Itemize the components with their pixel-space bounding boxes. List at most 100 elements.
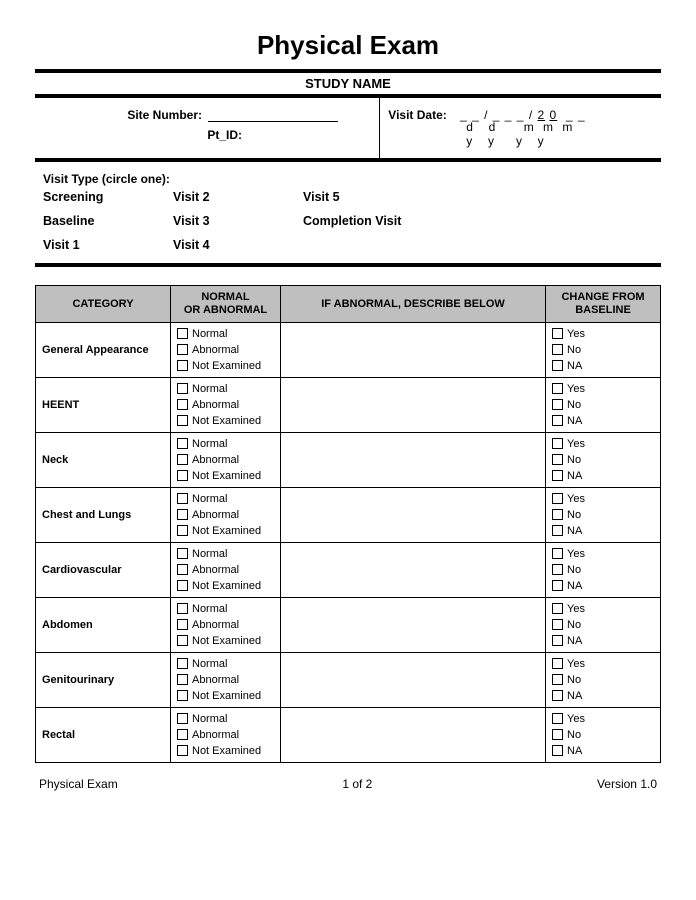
checkbox-option[interactable]: Yes xyxy=(552,326,654,342)
checkbox-icon[interactable] xyxy=(552,509,563,520)
checkbox-icon[interactable] xyxy=(177,580,188,591)
checkbox-icon[interactable] xyxy=(177,399,188,410)
describe-cell[interactable] xyxy=(281,487,546,542)
checkbox-option[interactable]: Normal xyxy=(177,546,274,562)
checkbox-option[interactable]: Abnormal xyxy=(177,397,274,413)
checkbox-option[interactable]: Not Examined xyxy=(177,358,274,374)
checkbox-option[interactable]: Normal xyxy=(177,656,274,672)
checkbox-option[interactable]: Normal xyxy=(177,711,274,727)
checkbox-icon[interactable] xyxy=(552,328,563,339)
checkbox-icon[interactable] xyxy=(177,603,188,614)
vt-screening[interactable]: Screening xyxy=(43,186,173,210)
checkbox-option[interactable]: Normal xyxy=(177,601,274,617)
checkbox-option[interactable]: Abnormal xyxy=(177,562,274,578)
checkbox-icon[interactable] xyxy=(177,344,188,355)
checkbox-option[interactable]: Yes xyxy=(552,491,654,507)
describe-cell[interactable] xyxy=(281,432,546,487)
checkbox-option[interactable]: NA xyxy=(552,743,654,759)
checkbox-option[interactable]: Normal xyxy=(177,326,274,342)
checkbox-option[interactable]: No xyxy=(552,727,654,743)
checkbox-option[interactable]: Normal xyxy=(177,381,274,397)
checkbox-icon[interactable] xyxy=(552,580,563,591)
checkbox-icon[interactable] xyxy=(177,690,188,701)
checkbox-icon[interactable] xyxy=(177,328,188,339)
checkbox-icon[interactable] xyxy=(552,729,563,740)
checkbox-option[interactable]: NA xyxy=(552,523,654,539)
checkbox-icon[interactable] xyxy=(552,690,563,701)
checkbox-icon[interactable] xyxy=(177,438,188,449)
checkbox-icon[interactable] xyxy=(552,344,563,355)
checkbox-icon[interactable] xyxy=(177,454,188,465)
describe-cell[interactable] xyxy=(281,707,546,762)
checkbox-option[interactable]: No xyxy=(552,342,654,358)
site-number-field[interactable] xyxy=(208,108,338,122)
checkbox-option[interactable]: Not Examined xyxy=(177,523,274,539)
describe-cell[interactable] xyxy=(281,652,546,707)
checkbox-icon[interactable] xyxy=(177,713,188,724)
checkbox-option[interactable]: NA xyxy=(552,358,654,374)
checkbox-icon[interactable] xyxy=(177,619,188,630)
checkbox-option[interactable]: Abnormal xyxy=(177,617,274,633)
checkbox-option[interactable]: No xyxy=(552,617,654,633)
checkbox-icon[interactable] xyxy=(177,674,188,685)
checkbox-option[interactable]: No xyxy=(552,562,654,578)
checkbox-option[interactable]: Normal xyxy=(177,491,274,507)
checkbox-option[interactable]: Yes xyxy=(552,381,654,397)
checkbox-icon[interactable] xyxy=(177,360,188,371)
checkbox-icon[interactable] xyxy=(552,438,563,449)
checkbox-option[interactable]: Abnormal xyxy=(177,672,274,688)
checkbox-icon[interactable] xyxy=(177,383,188,394)
checkbox-option[interactable]: NA xyxy=(552,468,654,484)
vt-visit2[interactable]: Visit 2 xyxy=(173,186,303,210)
vt-completion[interactable]: Completion Visit xyxy=(303,210,463,234)
checkbox-icon[interactable] xyxy=(552,745,563,756)
vt-visit4[interactable]: Visit 4 xyxy=(173,234,303,258)
checkbox-option[interactable]: Abnormal xyxy=(177,507,274,523)
checkbox-option[interactable]: Not Examined xyxy=(177,743,274,759)
checkbox-icon[interactable] xyxy=(177,470,188,481)
checkbox-option[interactable]: NA xyxy=(552,688,654,704)
checkbox-icon[interactable] xyxy=(177,493,188,504)
checkbox-option[interactable]: NA xyxy=(552,578,654,594)
checkbox-option[interactable]: Abnormal xyxy=(177,727,274,743)
checkbox-icon[interactable] xyxy=(177,509,188,520)
checkbox-option[interactable]: NA xyxy=(552,633,654,649)
checkbox-icon[interactable] xyxy=(552,493,563,504)
checkbox-icon[interactable] xyxy=(552,619,563,630)
checkbox-icon[interactable] xyxy=(552,564,563,575)
checkbox-option[interactable]: Normal xyxy=(177,436,274,452)
vt-baseline[interactable]: Baseline xyxy=(43,210,173,234)
checkbox-option[interactable]: Abnormal xyxy=(177,342,274,358)
checkbox-icon[interactable] xyxy=(552,383,563,394)
checkbox-option[interactable]: Abnormal xyxy=(177,452,274,468)
describe-cell[interactable] xyxy=(281,597,546,652)
checkbox-option[interactable]: Yes xyxy=(552,546,654,562)
checkbox-icon[interactable] xyxy=(552,360,563,371)
describe-cell[interactable] xyxy=(281,322,546,377)
checkbox-icon[interactable] xyxy=(177,745,188,756)
checkbox-icon[interactable] xyxy=(552,399,563,410)
describe-cell[interactable] xyxy=(281,377,546,432)
checkbox-option[interactable]: Not Examined xyxy=(177,468,274,484)
checkbox-option[interactable]: Yes xyxy=(552,601,654,617)
checkbox-icon[interactable] xyxy=(552,548,563,559)
checkbox-option[interactable]: NA xyxy=(552,413,654,429)
checkbox-option[interactable]: Yes xyxy=(552,656,654,672)
checkbox-icon[interactable] xyxy=(552,635,563,646)
vt-visit1[interactable]: Visit 1 xyxy=(43,234,173,258)
checkbox-icon[interactable] xyxy=(552,658,563,669)
checkbox-option[interactable]: Not Examined xyxy=(177,688,274,704)
checkbox-icon[interactable] xyxy=(177,415,188,426)
checkbox-option[interactable]: Yes xyxy=(552,436,654,452)
checkbox-icon[interactable] xyxy=(552,603,563,614)
vt-visit3[interactable]: Visit 3 xyxy=(173,210,303,234)
checkbox-option[interactable]: No xyxy=(552,397,654,413)
checkbox-icon[interactable] xyxy=(177,658,188,669)
checkbox-icon[interactable] xyxy=(552,415,563,426)
checkbox-icon[interactable] xyxy=(177,548,188,559)
checkbox-option[interactable]: Not Examined xyxy=(177,413,274,429)
checkbox-icon[interactable] xyxy=(177,635,188,646)
checkbox-icon[interactable] xyxy=(177,525,188,536)
checkbox-option[interactable]: Not Examined xyxy=(177,633,274,649)
checkbox-icon[interactable] xyxy=(552,454,563,465)
